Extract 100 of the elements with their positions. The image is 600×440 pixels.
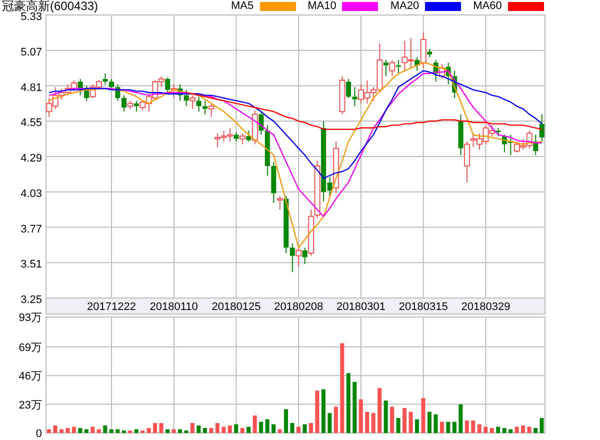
volume-bar [315,390,320,433]
volume-bar [540,418,544,433]
volume-bar [234,424,238,433]
volume-bar [502,428,506,433]
volume-bar [209,428,214,433]
volume-bar [78,428,82,433]
volume-bar [128,430,132,433]
axis-label: 69万 [18,342,42,354]
volume-bar [252,416,257,433]
axis-label: 20180315 [398,301,448,313]
volume-bar [84,429,88,433]
axis-label: 5.07 [20,46,42,58]
volume-bar [140,430,145,433]
volume-bar [334,406,338,433]
volume-bar [308,423,313,433]
volume-bar [402,408,407,433]
volume-bar [408,412,413,433]
volume-bar [72,426,76,433]
volume-bar [484,426,488,433]
volume-bar [172,429,176,433]
volume-bar [346,373,350,433]
volume-bar [134,429,138,433]
volume-bar [358,399,363,433]
volume-bar [96,429,101,433]
axis-label: 23万 [18,399,42,412]
volume-bar [514,426,519,433]
volume-bar [290,423,294,433]
legend-label: MA10 [308,0,336,13]
volume-bar [296,426,300,433]
volume-bar [272,424,276,433]
volume-bar [415,419,420,433]
volume-bar [396,418,400,433]
legend-label: MA60 [473,0,502,13]
volume-bar [90,426,95,433]
volume-bar [496,426,500,433]
volume-bar [521,426,526,433]
axis-label: 20180208 [274,301,324,313]
volume-bar [527,426,532,433]
volume-bar [508,429,513,433]
axis-label: 0 [36,428,42,440]
axis-label: 20180301 [336,301,386,313]
axis-label: 20180125 [212,301,261,313]
volume-bar [452,422,456,433]
volume-bar [59,429,64,433]
volume-bar [122,430,126,433]
axis-label: 4.29 [20,152,42,164]
axis-label: 3.25 [20,294,42,306]
volume-bar [328,413,332,433]
volume-bar [190,423,194,433]
volume-bar [352,382,357,433]
volume-bar [66,428,70,433]
axis-label: 20171222 [87,301,136,313]
volume-bar [109,429,114,433]
volume-bar [53,426,58,433]
axis-label: 3.51 [20,258,42,271]
axis-label: 5.33 [20,11,42,23]
volume-bar [458,404,463,433]
volume-bar [146,428,151,433]
volume-bar [166,429,170,433]
volume-bar [215,423,220,433]
volume-bar [202,428,207,433]
volume-bar [384,400,388,433]
volume-bar [196,426,201,433]
volume-bar [240,428,244,433]
volume-bar [103,426,108,433]
volume-bar [153,423,158,433]
volume-bar [116,429,120,433]
volume-bar [278,429,282,433]
axis-label: 20180329 [461,301,510,313]
axis-label: 93万 [18,312,42,324]
volume-bar [490,428,494,433]
volume-bar [390,406,394,433]
volume-bar [446,422,450,433]
stock-title: 冠豪高新(600433) [1,0,100,13]
legend-label: MA20 [390,0,420,13]
volume-bar [321,389,326,433]
volume-bar [371,413,376,433]
volume-bar [184,430,188,433]
volume-bar [228,426,232,433]
axis-label: 4.81 [20,82,42,94]
volume-bar [477,424,482,433]
axis-label: 46万 [18,370,42,383]
volume-bar [365,412,370,433]
volume-bar [427,412,432,433]
volume-bar [464,420,469,433]
volume-bar [378,388,382,433]
axis-label: 4.55 [20,117,42,130]
volume-bar [421,398,426,433]
axis-label: 20180110 [150,301,198,313]
volume-bar [246,426,251,433]
volume-bar [534,428,538,433]
volume-bar [222,426,226,433]
volume-bar [440,422,444,433]
volume-bar [471,420,476,433]
axis-label: 3.77 [20,223,42,236]
volume-bar [178,429,182,433]
volume-bar [47,429,51,433]
legend-label: MA5 [231,0,254,13]
volume-bar [302,424,307,433]
volume-bar [259,422,264,433]
